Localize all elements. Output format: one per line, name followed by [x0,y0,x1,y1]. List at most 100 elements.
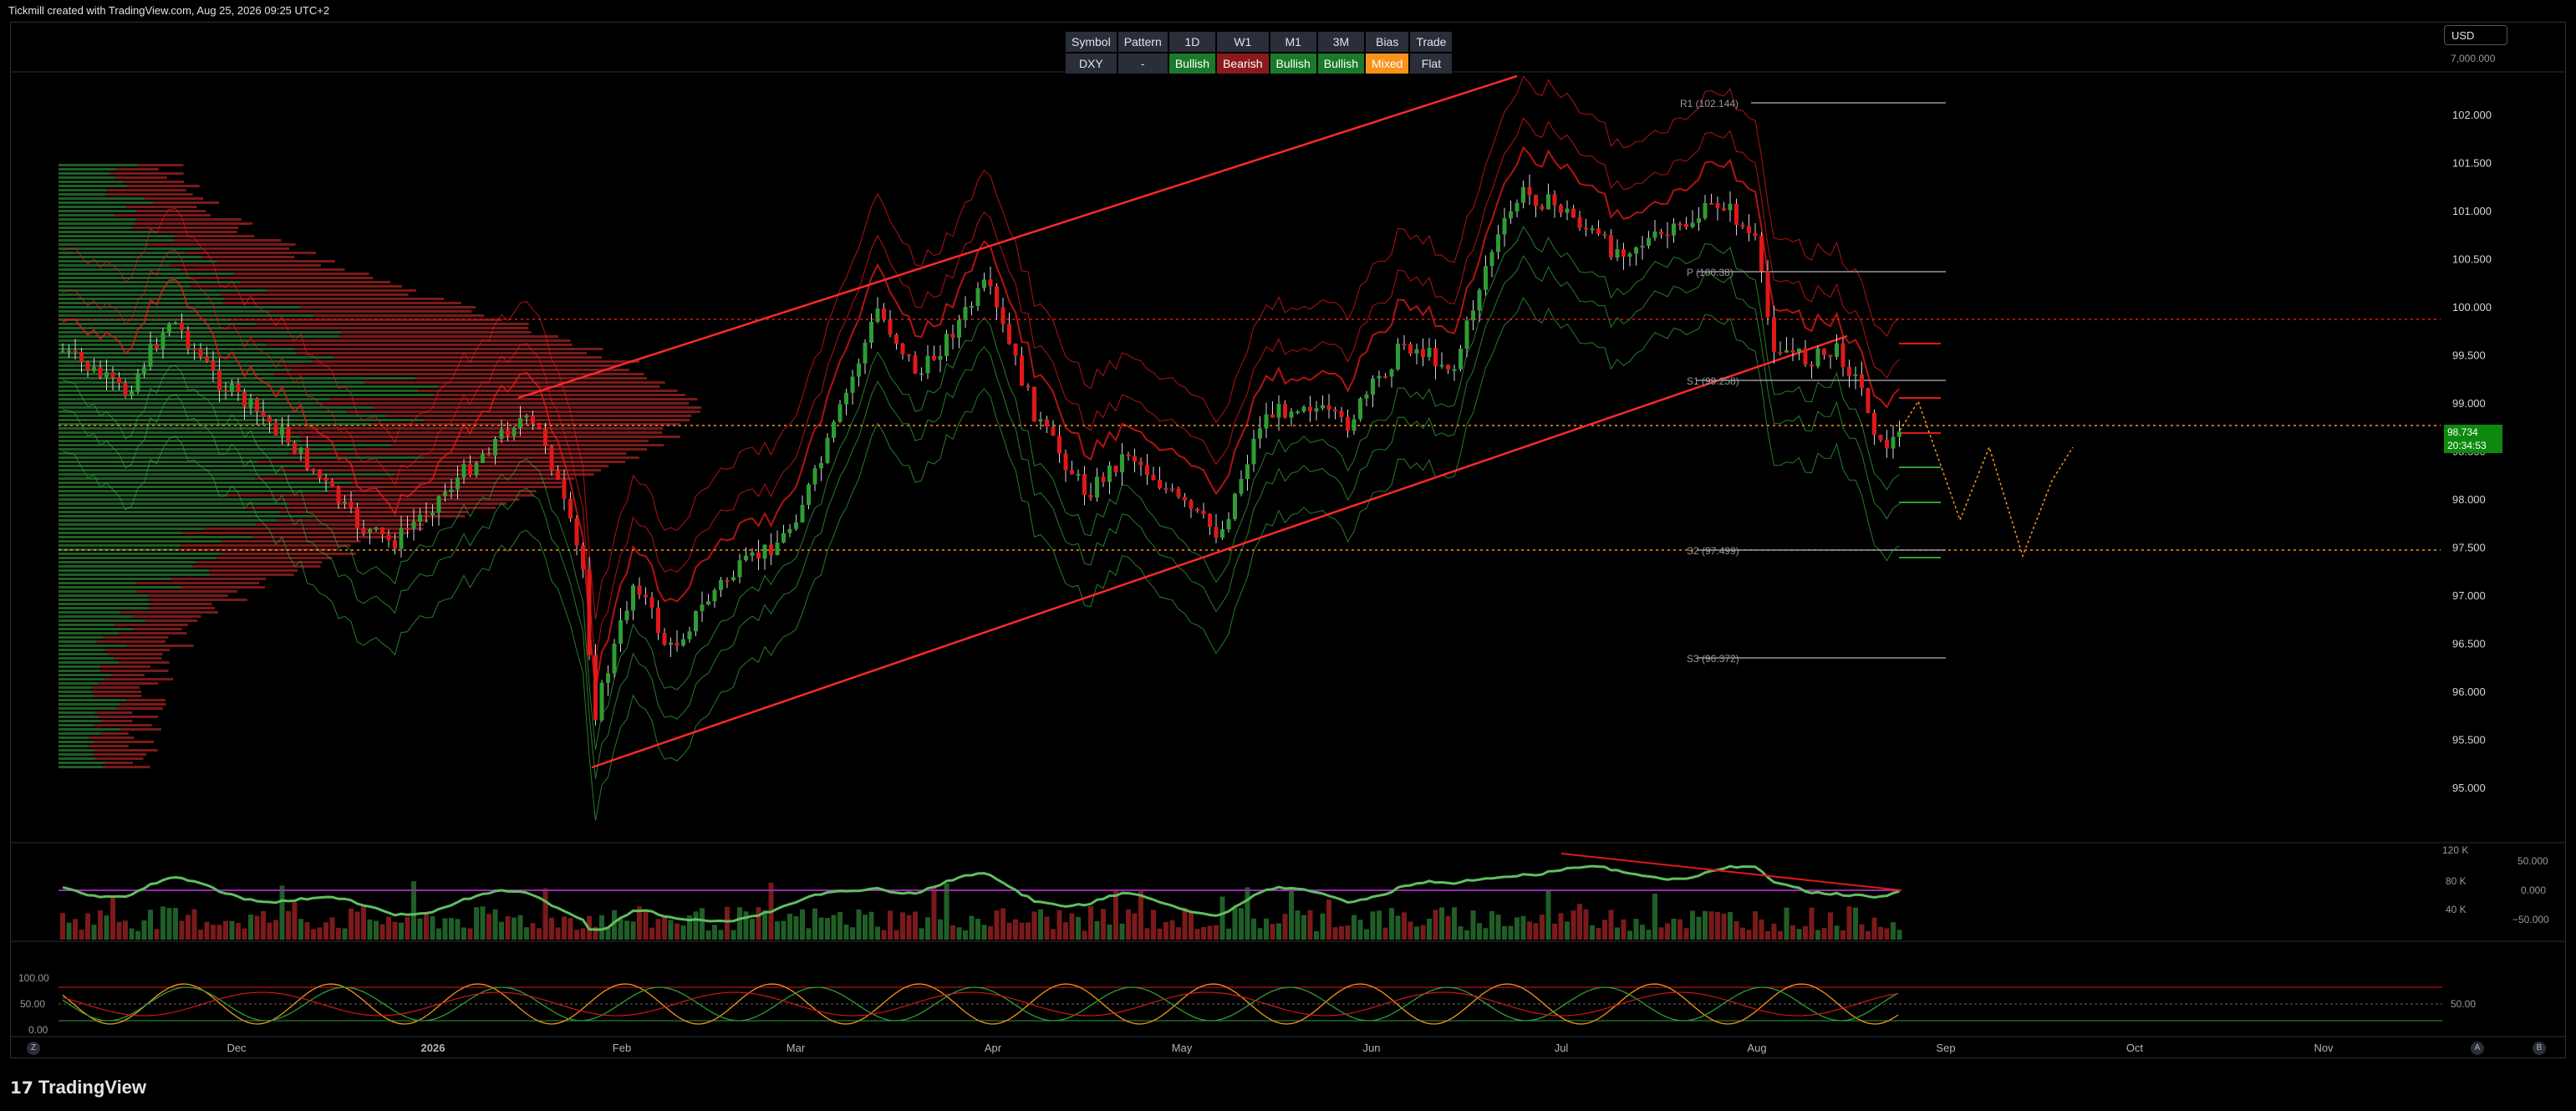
candle-body [1339,410,1344,417]
candle-body [486,454,491,456]
profile-bar-buy [59,691,92,693]
profile-bar-buy [59,252,185,254]
volume-bar [825,918,830,940]
profile-bar-sell [123,181,184,183]
profile-bar-sell [299,306,476,308]
volume-bar [787,914,792,940]
profile-bar-buy [59,532,183,534]
volume-bar [461,927,466,940]
candle-body [60,350,65,353]
profile-bar-sell [217,260,335,262]
candle-body [1189,500,1194,509]
profile-bar-sell [184,252,317,254]
candle-body [135,373,140,392]
volume-bar [1219,896,1225,940]
volume-bar [1094,920,1100,940]
profile-bar-sell [341,331,532,334]
profile-bar-buy [59,273,234,275]
volume-bar [1044,916,1050,940]
pivot-r1-label: R1 (102.144) [1680,98,1739,110]
volume-bar [1552,923,1557,940]
candle-body [1840,343,1845,367]
volume-bar [743,911,749,940]
candle-body [443,492,447,497]
candle-body [619,620,623,645]
volume-bar [818,917,824,940]
candle-body [599,682,604,721]
candle-body [117,377,121,384]
volume-bar [680,925,686,940]
profile-bar-buy [59,176,116,179]
candle-body [606,673,610,683]
profile-bar-sell [224,298,444,300]
profile-bar-sell [288,452,627,455]
volume-bar [148,910,153,940]
profile-bar-sell [181,268,345,271]
profile-bar-buy [59,260,218,262]
candle-body [970,306,974,308]
volume-bar [1402,912,1407,940]
candle-body [775,543,780,556]
tradingview-brand[interactable]: 𝟭𝟳 TradingView [10,1077,146,1098]
candle-body [1534,195,1538,206]
candle-body [1133,456,1137,461]
profile-bar-sell [111,674,145,676]
volume-bar [1502,925,1507,940]
candle-body [273,422,278,436]
auto-scale-button[interactable]: A [2471,1042,2484,1055]
profile-bar-buy [59,665,100,668]
channel-lower-line[interactable] [591,334,1848,769]
volume-bar [474,907,479,940]
zoom-reset-button[interactable]: Z [27,1042,40,1055]
volume-bar [1489,910,1494,940]
volume-bar [1101,909,1106,940]
volume-bar [198,930,203,940]
candle-body [744,555,748,561]
volume-bar [1565,921,1570,940]
time-axis[interactable]: Dec 2026 Feb Mar Apr May Jun Jul Aug Sep Oct Nov [227,1042,2334,1054]
volume-bar [1395,915,1401,940]
profile-bar-buy [59,494,227,497]
volume-bar [229,920,235,940]
candle-body [649,597,654,608]
candle-body [1577,217,1582,228]
volume-bar [292,902,298,940]
profile-bar-buy [59,415,387,417]
profile-bar-buy [59,611,121,614]
profile-bar-sell [191,277,374,279]
volume-bar [1445,915,1451,940]
profile-bar-sell [171,578,267,580]
volume-bar [1621,919,1627,940]
profile-bar-sell [97,640,166,643]
price-axis[interactable]: 7,000.000 102.000 101.500 101.000 100.500 10… [2451,53,2496,794]
profile-bar-buy [59,544,181,547]
profile-bar-sell [91,691,142,693]
profile-bar-buy [59,762,106,764]
profile-bar-buy [59,519,277,522]
profile-bar-sell [247,339,571,342]
profile-bar-sell [148,594,228,597]
volume-bar [1452,907,1457,940]
candle-body [762,544,767,559]
price-chart[interactable]: R1 (102.144) P (100.38) S1 (99.258) S2 (… [0,0,2576,1111]
volume-bar [1289,890,1294,940]
volume-bar [712,925,717,940]
volume-bar [1652,893,1657,940]
volume-bar [1232,907,1238,940]
candle-body [1672,223,1676,236]
candle-body [1264,414,1269,429]
candle-body [1615,249,1620,258]
currency-select[interactable]: USD [2444,25,2507,45]
candle-body [1020,355,1024,386]
profile-bar-sell [116,707,163,710]
candle-body [963,307,968,320]
profile-bar-sell [94,711,133,714]
time-axis-label: Mar [787,1042,806,1054]
candle-body [1364,395,1369,399]
volume-bar [700,908,705,940]
log-scale-button[interactable]: B [2533,1042,2546,1055]
volume-bar [1364,929,1369,940]
profile-bar-buy [59,682,99,685]
candle-body [1885,440,1889,449]
candle-body [669,642,673,645]
